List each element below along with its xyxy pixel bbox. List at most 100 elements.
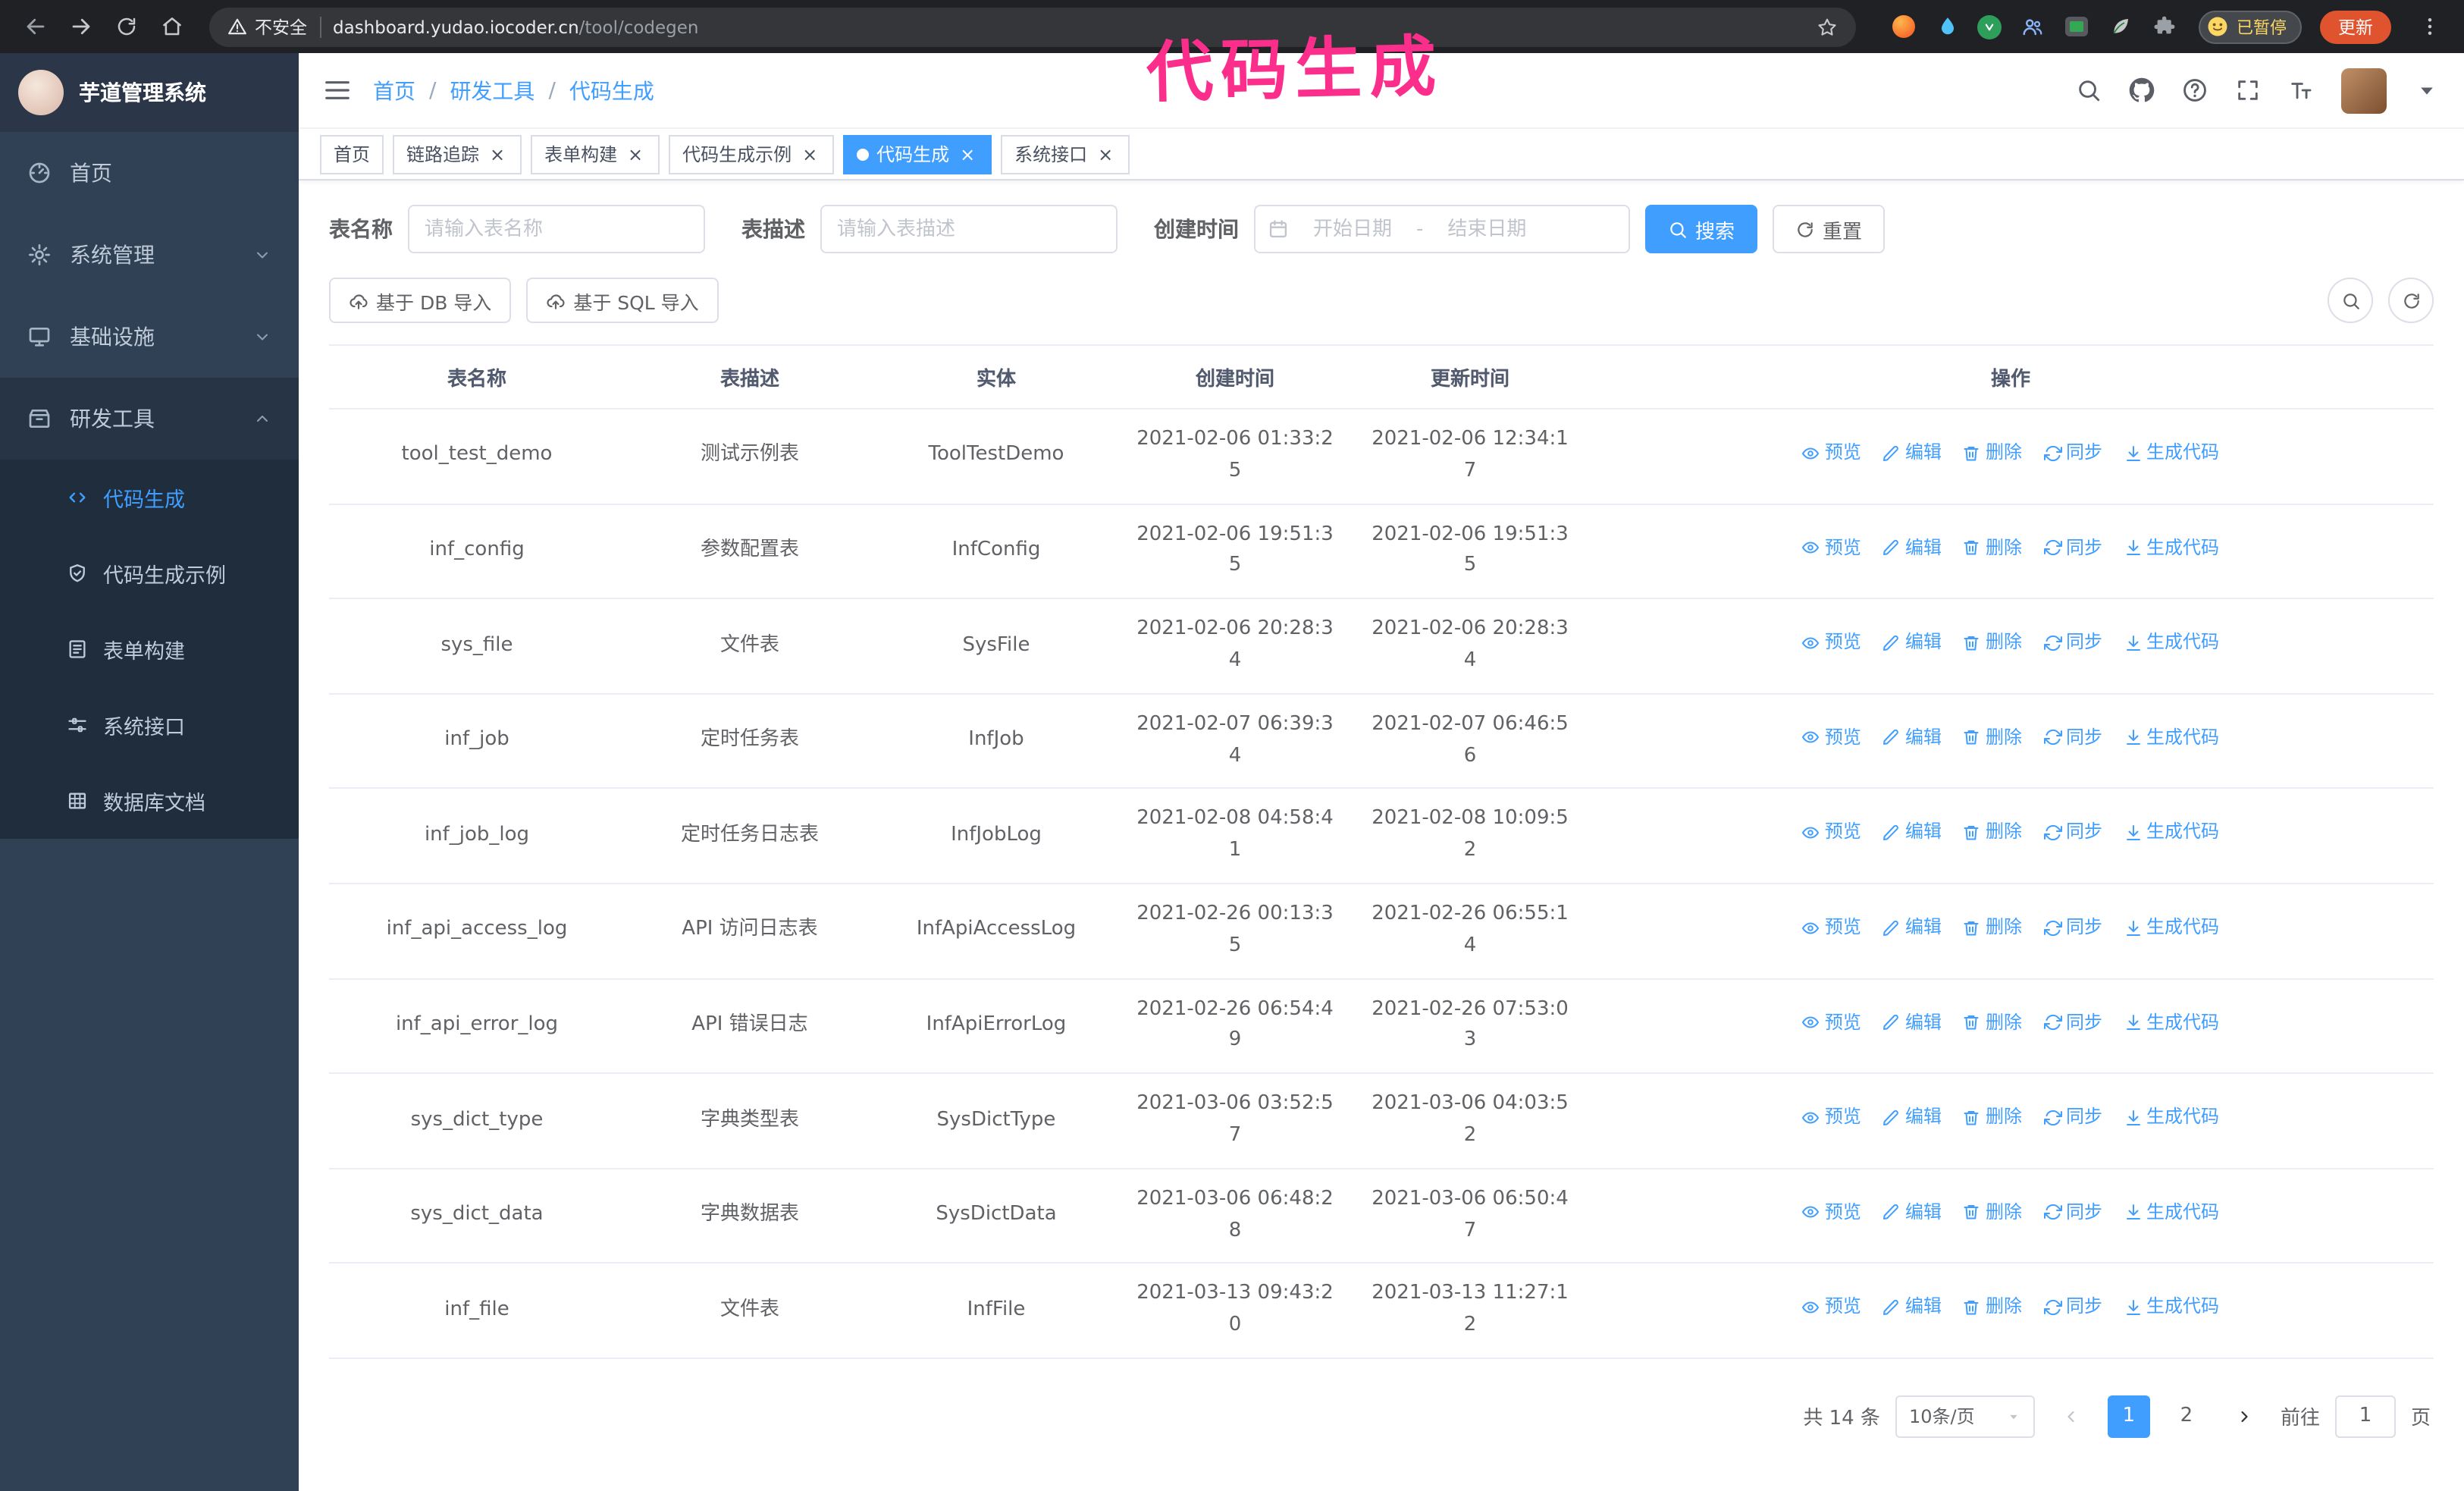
generate-code-action[interactable]: 生成代码 [2124,629,2219,658]
address-bar[interactable]: 不安全 dashboard.yudao.iocoder.cn/tool/code… [209,7,1856,46]
ext-droplet-icon[interactable] [1933,13,1961,40]
create-time-range-picker[interactable]: - [1254,205,1630,253]
sync-action[interactable]: 同步 [2043,1008,2102,1037]
home-icon[interactable] [152,7,191,46]
sync-action[interactable]: 同步 [2043,533,2102,562]
delete-action[interactable]: 删除 [1963,1198,2022,1227]
edit-action[interactable]: 编辑 [1882,913,1942,942]
delete-action[interactable]: 删除 [1963,818,2022,847]
ext-charge-icon[interactable] [2062,13,2089,40]
update-button[interactable]: 更新 [2320,10,2391,43]
generate-code-action[interactable]: 生成代码 [2124,438,2219,467]
page-button-1[interactable]: 1 [2107,1395,2150,1438]
sync-action[interactable]: 同步 [2043,913,2102,942]
sidebar-item-devtools[interactable]: 研发工具 [0,378,299,460]
edit-action[interactable]: 编辑 [1882,1293,1942,1322]
sidebar-item-system-api[interactable]: 系统接口 [0,687,299,763]
table-name-input[interactable] [408,205,705,253]
table-desc-input[interactable] [820,205,1118,253]
edit-action[interactable]: 编辑 [1882,629,1942,658]
caret-down-icon[interactable] [2414,77,2440,103]
preview-action[interactable]: 预览 [1802,1103,1861,1132]
delete-action[interactable]: 删除 [1963,1008,2022,1037]
sidebar-item-form-builder[interactable]: 表单构建 [0,611,299,687]
generate-code-action[interactable]: 生成代码 [2124,1103,2219,1132]
sync-action[interactable]: 同步 [2043,724,2102,752]
page-size-select[interactable]: 10条/页 [1895,1395,2035,1438]
generate-code-action[interactable]: 生成代码 [2124,1293,2219,1322]
ext-contacts-icon[interactable] [2018,13,2045,40]
ext-leaf-icon[interactable] [2106,13,2133,40]
browser-menu-icon[interactable] [2409,7,2449,46]
preview-action[interactable]: 预览 [1802,1198,1861,1227]
delete-action[interactable]: 删除 [1963,724,2022,752]
breadcrumb-home[interactable]: 首页 [373,75,415,105]
generate-code-action[interactable]: 生成代码 [2124,913,2219,942]
sidebar-item-db-doc[interactable]: 数据库文档 [0,763,299,839]
profile-chip[interactable]: 已暂停 [2199,10,2302,43]
import-db-button[interactable]: 基于 DB 导入 [329,278,512,323]
ext-orange-icon[interactable] [1889,13,1917,40]
delete-action[interactable]: 删除 [1963,1293,2022,1322]
tag-close-icon[interactable]: × [957,143,978,165]
tag-home[interactable]: 首页 [320,134,384,174]
refresh-table-button[interactable] [2388,278,2434,323]
toggle-search-button[interactable] [2328,278,2373,323]
security-warning[interactable]: 不安全 [227,14,307,39]
sidebar-item-system[interactable]: 系统管理 [0,214,299,296]
tag-close-icon[interactable]: × [487,143,508,165]
delete-action[interactable]: 删除 [1963,1103,2022,1132]
edit-action[interactable]: 编辑 [1882,438,1942,467]
search-icon[interactable] [2076,77,2102,103]
reload-icon[interactable] [106,7,146,46]
tag-close-icon[interactable]: × [799,143,820,165]
collapse-menu-icon[interactable] [323,76,352,105]
tag-close-icon[interactable]: × [1095,143,1116,165]
forward-icon[interactable] [61,7,100,46]
edit-action[interactable]: 编辑 [1882,533,1942,562]
preview-action[interactable]: 预览 [1802,724,1861,752]
search-button[interactable]: 搜索 [1645,205,1758,253]
delete-action[interactable]: 删除 [1963,913,2022,942]
back-icon[interactable] [15,7,55,46]
preview-action[interactable]: 预览 [1802,1293,1861,1322]
preview-action[interactable]: 预览 [1802,913,1861,942]
preview-action[interactable]: 预览 [1802,629,1861,658]
generate-code-action[interactable]: 生成代码 [2124,818,2219,847]
sidebar-item-codegen[interactable]: 代码生成 [0,460,299,535]
tag-form-builder[interactable]: 表单构建 × [531,134,660,174]
fullscreen-icon[interactable] [2235,77,2261,103]
ext-puzzle-icon[interactable] [2150,13,2177,40]
ext-v-icon[interactable] [1977,14,2002,39]
edit-action[interactable]: 编辑 [1882,818,1942,847]
start-date-input[interactable] [1295,218,1410,240]
tag-codegen-example[interactable]: 代码生成示例 × [669,134,835,174]
sync-action[interactable]: 同步 [2043,438,2102,467]
preview-action[interactable]: 预览 [1802,438,1861,467]
generate-code-action[interactable]: 生成代码 [2124,1198,2219,1227]
sync-action[interactable]: 同步 [2043,818,2102,847]
help-icon[interactable] [2182,77,2208,103]
sync-action[interactable]: 同步 [2043,1293,2102,1322]
font-size-icon[interactable] [2288,77,2314,103]
edit-action[interactable]: 编辑 [1882,1198,1942,1227]
edit-action[interactable]: 编辑 [1882,724,1942,752]
sync-action[interactable]: 同步 [2043,629,2102,658]
end-date-input[interactable] [1429,218,1545,240]
sidebar-item-infra[interactable]: 基础设施 [0,296,299,378]
next-page-button[interactable] [2223,1395,2265,1438]
tag-link-tracing[interactable]: 链路追踪 × [393,134,522,174]
user-avatar[interactable] [2341,67,2387,113]
sidebar-item-codegen-example[interactable]: 代码生成示例 [0,535,299,611]
prev-page-button[interactable] [2050,1395,2093,1438]
generate-code-action[interactable]: 生成代码 [2124,1008,2219,1037]
tag-codegen[interactable]: 代码生成 × [843,134,992,174]
delete-action[interactable]: 删除 [1963,438,2022,467]
delete-action[interactable]: 删除 [1963,629,2022,658]
edit-action[interactable]: 编辑 [1882,1008,1942,1037]
generate-code-action[interactable]: 生成代码 [2124,533,2219,562]
goto-page-input[interactable] [2334,1395,2396,1438]
edit-action[interactable]: 编辑 [1882,1103,1942,1132]
delete-action[interactable]: 删除 [1963,533,2022,562]
tag-close-icon[interactable]: × [625,143,646,165]
